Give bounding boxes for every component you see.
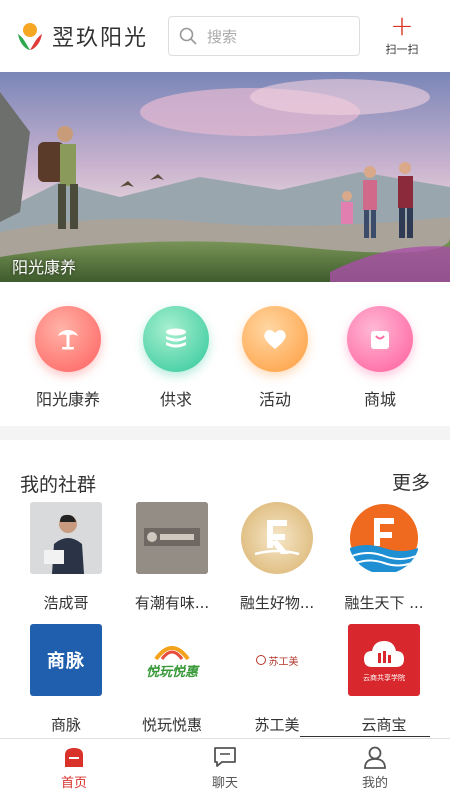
community-avatar: 悦玩悦惠: [136, 624, 208, 696]
heart-icon: [264, 330, 286, 349]
app-logo: 翌玖阳光: [14, 20, 148, 52]
sugongmei-seal-icon: [255, 655, 266, 665]
banner-carousel[interactable]: 阳光康养: [0, 72, 450, 282]
community-item[interactable]: 云商共享学院 云商宝: [332, 624, 436, 735]
quick-nav-activities[interactable]: 活动: [230, 306, 320, 410]
community-name: 商脉: [50, 716, 81, 734]
my-community-section: 我的社群 更多 浩成哥 有潮有味... 融生好物... 融生天下 ... 商脉 …: [0, 440, 450, 740]
community-name: 悦玩悦惠: [141, 716, 202, 734]
search-box[interactable]: 搜索: [168, 16, 361, 56]
banner-image: [0, 72, 450, 282]
yuewan-logo-icon: [154, 645, 190, 660]
community-item[interactable]: 融生好物...: [225, 502, 329, 613]
more-link[interactable]: 更多: [392, 468, 430, 495]
shangmai-logo-text: 商脉: [47, 651, 85, 672]
quick-nav-sunshine-health[interactable]: 阳光康养: [23, 306, 113, 410]
quick-nav-mall[interactable]: 商城: [335, 306, 425, 410]
community-item[interactable]: 有潮有味...: [120, 502, 224, 613]
community-avatar: [241, 502, 313, 574]
community-name: 云商宝: [361, 716, 407, 734]
section-title: 我的社群: [20, 474, 97, 496]
sugongmei-logo-text: 苏工美: [268, 656, 299, 668]
app-title: 翌玖阳光: [52, 26, 149, 51]
community-avatar: 云商共享学院: [348, 624, 420, 696]
community-name: 融生好物...: [239, 594, 315, 612]
scan-label: 扫一扫: [385, 43, 419, 56]
tab-label: 首页: [60, 776, 87, 791]
tab-chat[interactable]: 聊天: [185, 745, 265, 791]
community-name: 融生天下 ...: [344, 594, 424, 612]
home-icon: [65, 748, 83, 767]
community-item[interactable]: 苏工美 苏工美: [225, 624, 329, 735]
community-item[interactable]: 悦玩悦惠 悦玩悦惠: [120, 624, 224, 735]
quick-nav-circle: [35, 306, 101, 372]
plus-icon: +: [390, 9, 414, 42]
app-logo-icon: [18, 23, 42, 50]
coins-icon: [166, 328, 186, 348]
search-icon: [179, 27, 197, 45]
tab-profile[interactable]: 我的: [335, 745, 415, 791]
person-photo: [30, 502, 102, 574]
shopping-bag-icon: [371, 331, 389, 349]
quick-nav-circle: [242, 306, 308, 372]
palm-tree-icon: [58, 330, 78, 350]
quick-nav-label: 活动: [258, 390, 291, 409]
sign-photo: [136, 502, 208, 574]
banner-caption: 阳光康养: [12, 258, 77, 277]
search-placeholder: 搜索: [207, 27, 238, 46]
community-name: 苏工美: [254, 716, 300, 734]
community-avatar: [348, 502, 420, 574]
yuewan-logo-text: 悦玩悦惠: [145, 664, 198, 680]
cloud-icon: [364, 641, 404, 667]
bottom-tab-bar: 首页 聊天 我的: [0, 738, 450, 800]
user-icon: [364, 746, 386, 769]
divider: [300, 736, 430, 737]
community-name: 有潮有味...: [134, 594, 210, 612]
community-avatar: 苏工美: [241, 624, 313, 696]
top-header: 翌玖阳光 搜索 + 扫一扫: [0, 0, 450, 72]
community-item[interactable]: 浩成哥: [14, 502, 118, 613]
rongsheng-logo: [254, 520, 300, 556]
quick-nav-label: 阳光康养: [35, 390, 100, 409]
community-item[interactable]: 商脉 商脉: [14, 624, 118, 735]
chat-icon: [214, 747, 236, 767]
quick-nav-label: 供求: [159, 390, 192, 409]
community-avatar: [136, 502, 208, 574]
community-avatar: [30, 502, 102, 574]
tab-label: 我的: [361, 776, 388, 791]
quick-nav-supply-demand[interactable]: 供求: [131, 306, 221, 410]
scan-button[interactable]: + 扫一扫: [382, 9, 422, 57]
quick-nav-circle: [347, 306, 413, 372]
tab-home[interactable]: 首页: [34, 745, 114, 791]
community-item[interactable]: 融生天下 ...: [332, 502, 436, 613]
rongsheng-world-logo: [350, 504, 418, 572]
tab-label: 聊天: [211, 776, 238, 791]
quick-nav-label: 商城: [363, 390, 396, 409]
quick-nav-circle: [143, 306, 209, 372]
community-name: 浩成哥: [43, 594, 89, 612]
community-avatar: 商脉: [30, 624, 102, 696]
yunshang-logo-text: 云商共享学院: [363, 674, 405, 682]
quick-nav: 阳光康养 供求 活动 商城: [0, 282, 450, 426]
